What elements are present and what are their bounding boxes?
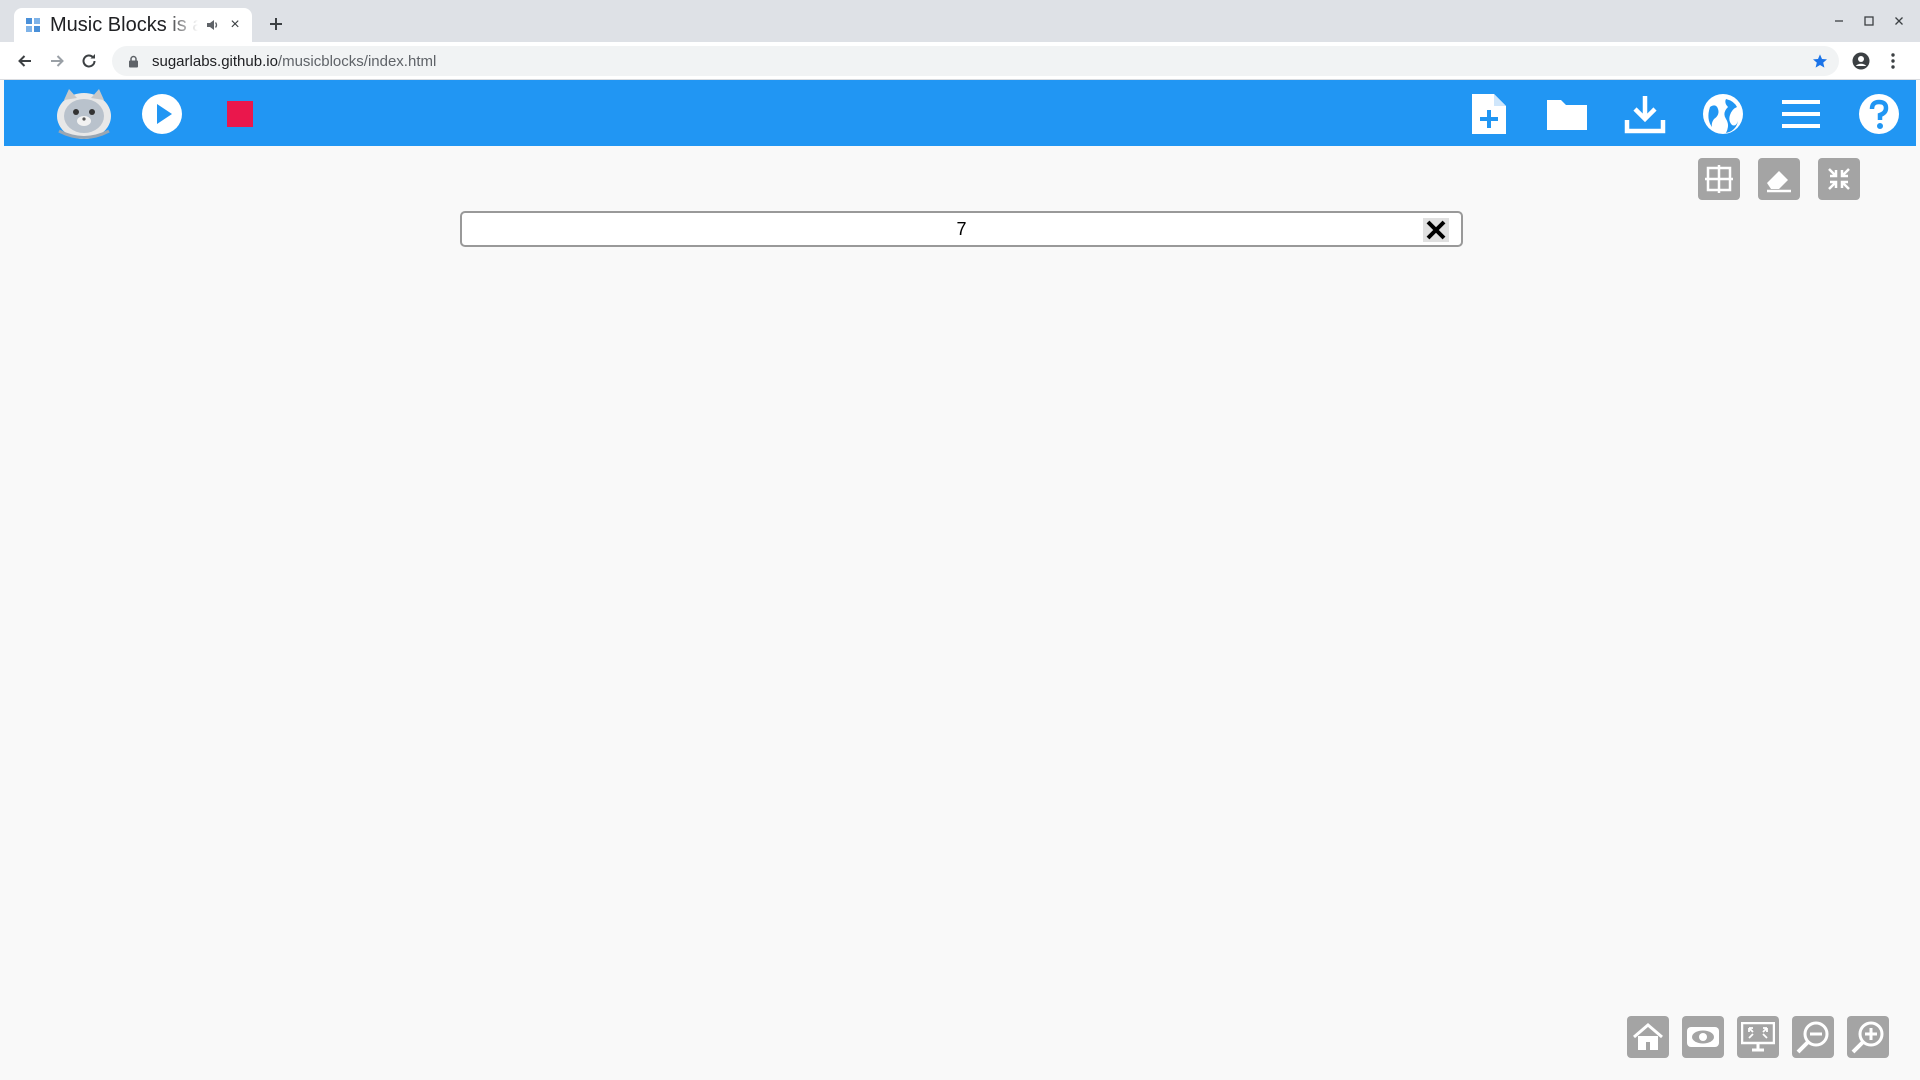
stop-icon[interactable] (214, 88, 266, 140)
new-project-icon[interactable] (1463, 88, 1515, 140)
home-icon[interactable] (1627, 1016, 1669, 1058)
search-input[interactable] (462, 218, 1461, 240)
profile-avatar-icon[interactable] (1850, 50, 1872, 72)
open-folder-icon[interactable] (1541, 88, 1593, 140)
tab-strip: Music Blocks is a × (0, 0, 1920, 42)
tab-title: Music Blocks is a (50, 13, 198, 36)
browser-chrome: Music Blocks is a × sugarlabs.github.io … (0, 0, 1920, 80)
browser-menu-icon[interactable] (1882, 50, 1904, 72)
help-icon[interactable] (1853, 88, 1905, 140)
play-icon[interactable] (136, 88, 188, 140)
collapse-icon[interactable] (1818, 158, 1860, 200)
zoom-out-icon[interactable] (1792, 1016, 1834, 1058)
musicblocks-favicon-icon (24, 16, 42, 34)
globe-icon[interactable] (1697, 88, 1749, 140)
grid-icon[interactable] (1698, 158, 1740, 200)
menu-icon[interactable] (1775, 88, 1827, 140)
reload-icon[interactable] (76, 48, 102, 74)
lock-icon[interactable] (126, 54, 140, 68)
zoom-in-icon[interactable] (1847, 1016, 1889, 1058)
new-tab-button[interactable] (264, 12, 288, 36)
block-search-bar[interactable] (460, 211, 1463, 247)
close-icon (1426, 220, 1446, 240)
mascot-logo-icon[interactable] (54, 83, 114, 143)
minimize-icon[interactable] (1826, 10, 1852, 32)
forward-icon[interactable] (44, 48, 70, 74)
audio-playing-icon[interactable] (204, 17, 220, 33)
back-icon[interactable] (12, 48, 38, 74)
bookmark-star-icon[interactable] (1811, 52, 1829, 70)
browser-tab[interactable]: Music Blocks is a × (14, 8, 252, 42)
maximize-icon[interactable] (1856, 10, 1882, 32)
eraser-icon[interactable] (1758, 158, 1800, 200)
window-close-icon[interactable] (1886, 10, 1912, 32)
tab-close-icon[interactable]: × (226, 16, 244, 34)
url-path: /musicblocks/index.html (277, 52, 437, 70)
download-icon[interactable] (1619, 88, 1671, 140)
music-blocks-app (4, 80, 1916, 1076)
url-host: sugarlabs.github.io (152, 52, 278, 70)
browser-toolbar: sugarlabs.github.io/musicblocks/index.ht… (0, 42, 1920, 80)
eye-icon[interactable] (1682, 1016, 1724, 1058)
address-bar[interactable]: sugarlabs.github.io/musicblocks/index.ht… (112, 46, 1839, 76)
expand-blocks-icon[interactable] (1737, 1016, 1779, 1058)
main-toolbar (4, 80, 1916, 146)
search-close-button[interactable] (1423, 218, 1449, 242)
